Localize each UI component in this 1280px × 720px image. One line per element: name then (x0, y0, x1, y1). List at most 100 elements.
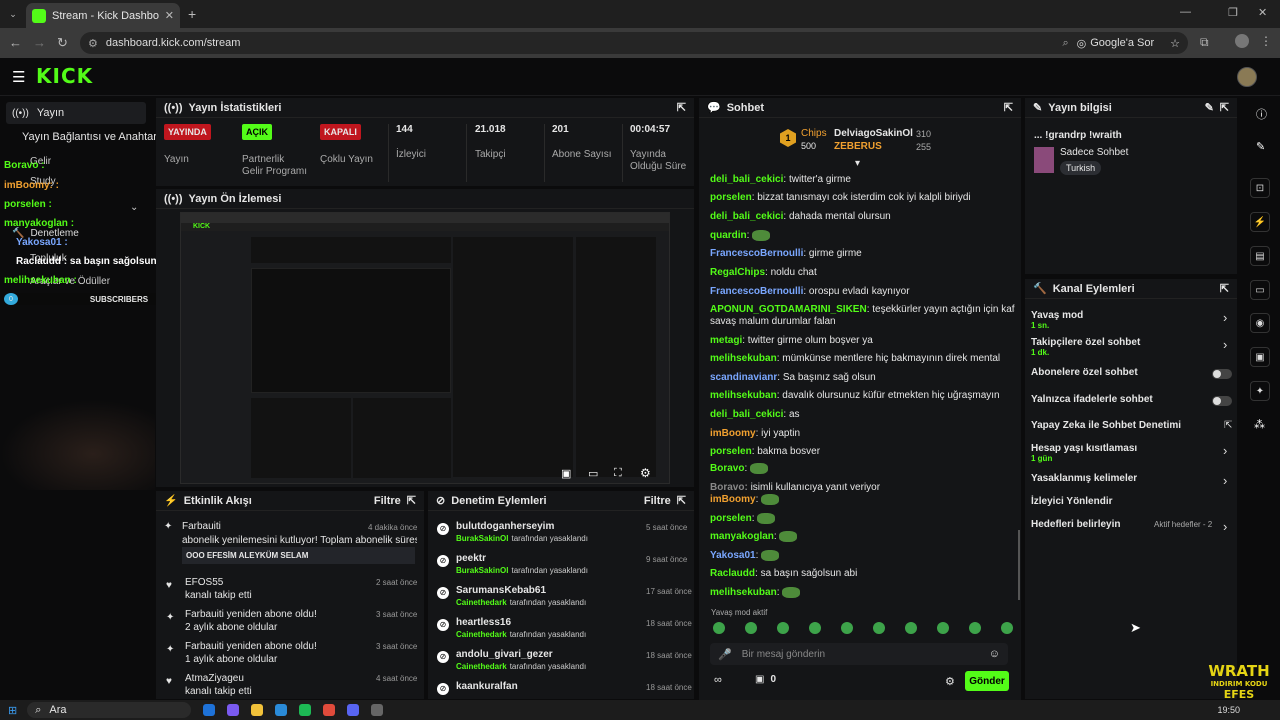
popout-icon[interactable]: ⇱ (677, 494, 686, 507)
chat-username[interactable]: porselen (710, 192, 752, 203)
chat-username[interactable]: FrancescoBernoulli (710, 286, 803, 297)
collapse-icon[interactable]: ▾ (855, 158, 860, 169)
address-bar[interactable]: ⚙ dashboard.kick.com/stream ⌕ ◎ Google'a … (80, 32, 1188, 54)
bookmark-star-icon[interactable]: ☆ (1170, 37, 1180, 50)
user-avatar[interactable] (1237, 67, 1257, 87)
video-rail-icon[interactable]: ▣ (1250, 347, 1270, 367)
back-icon[interactable]: ← (9, 35, 22, 50)
fullscreen-icon[interactable]: ⛶ (614, 467, 622, 480)
profile-avatar[interactable] (1235, 34, 1249, 48)
chevron-right-icon[interactable]: › (1223, 310, 1227, 325)
outlook-icon[interactable] (275, 704, 288, 716)
emoji-icon[interactable]: ☺ (989, 648, 1000, 660)
sidebar-item-yayin[interactable]: ((•)) Yayın (6, 102, 146, 124)
stream-preview-video[interactable]: KICK (180, 212, 670, 484)
settings-gear-icon[interactable]: ⚙ (640, 466, 651, 480)
camera-rail-icon[interactable]: ⊡ (1250, 178, 1270, 198)
broadcast-rail-icon[interactable]: ◉ (1250, 313, 1270, 333)
obs-icon[interactable] (371, 704, 384, 716)
theater-icon[interactable]: ▭ (588, 467, 598, 480)
emote-icon[interactable] (969, 622, 981, 634)
chrome-icon[interactable] (323, 704, 336, 716)
document-rail-icon[interactable]: ▤ (1250, 246, 1270, 266)
chat-username[interactable]: quardin (710, 230, 747, 241)
popout-icon[interactable]: ⇱ (407, 494, 416, 507)
hamburger-menu-icon[interactable]: ☰ (12, 68, 25, 86)
toggle-switch[interactable] (1212, 369, 1232, 379)
sidebar-item-stream-key[interactable]: Yayın Bağlantısı ve Anahtarı (22, 131, 160, 143)
browser-tab[interactable]: Stream - Kick Dashboard ✕ (26, 3, 180, 28)
chat-username[interactable]: imBoomy (710, 428, 756, 439)
chevron-right-icon[interactable]: › (1223, 443, 1227, 458)
extensions-icon[interactable]: ⧉ (1200, 35, 1209, 50)
chat-username[interactable]: deli_bali_cekici (710, 409, 783, 420)
moderation-filter-button[interactable]: Filtre (644, 495, 671, 507)
chat-username[interactable]: metagi (710, 335, 742, 346)
infinity-icon[interactable]: ∞ (714, 674, 722, 686)
emote-icon[interactable] (713, 622, 725, 634)
chat-username[interactable]: Raclaudd (710, 568, 755, 579)
chat-username[interactable]: APONUN_GOTDAMARINI_SIKEN (710, 304, 867, 315)
emote-icon[interactable] (809, 622, 821, 634)
external-link-icon[interactable]: ⇱ (1224, 420, 1232, 431)
restore-icon[interactable]: ❐ (1228, 6, 1238, 19)
window-close-icon[interactable]: ✕ (1258, 6, 1267, 19)
google-ask-chip[interactable]: ◎ Google'a Sor (1077, 37, 1154, 50)
forward-icon[interactable]: → (33, 35, 46, 50)
chat-scrollbar[interactable] (1018, 530, 1020, 600)
chat-username[interactable]: RegalChips (710, 267, 765, 278)
popout-icon[interactable]: ⇱ (677, 101, 686, 114)
file-explorer-icon[interactable] (251, 704, 264, 716)
zoom-search-icon[interactable]: ⌕ (1062, 37, 1068, 50)
windows-start-icon[interactable]: ⊞ (8, 704, 17, 717)
chat-username[interactable]: deli_bali_cekici (710, 211, 783, 222)
volume-icon[interactable]: ▣ (561, 467, 571, 480)
chat-username[interactable]: porselen (710, 513, 752, 524)
chat-settings-icon[interactable]: ⚙ (945, 675, 955, 688)
discord-icon[interactable] (347, 704, 360, 716)
spotify-icon[interactable] (299, 704, 312, 716)
emote-icon[interactable] (905, 622, 917, 634)
emote-icon[interactable] (745, 622, 757, 634)
activity-filter-button[interactable]: Filtre (374, 495, 401, 507)
chat-username[interactable]: scandinavianr (710, 372, 777, 383)
gift-counter[interactable]: ▣ 0 (755, 674, 776, 685)
tab-search-icon[interactable]: ⌄ (6, 7, 20, 21)
bolt-rail-icon[interactable]: ⚡ (1250, 212, 1270, 232)
chat-username[interactable]: manyakoglan (710, 531, 774, 542)
popout-icon[interactable]: ⇱ (1004, 101, 1013, 114)
chat-username[interactable]: melihsekuban (710, 390, 777, 401)
chat-username[interactable]: FrancescoBernoulli (710, 248, 803, 259)
minimize-icon[interactable]: — (1180, 6, 1191, 18)
chat-input[interactable]: 🎤 Bir mesaj gönderin ☺ (710, 643, 1008, 665)
chat-username[interactable]: Boravo (710, 463, 744, 474)
copilot-icon[interactable] (227, 704, 240, 716)
browser-menu-icon[interactable]: ⋮ (1260, 34, 1272, 48)
edit-icon[interactable]: ✎ (1205, 101, 1214, 114)
emote-icon[interactable] (777, 622, 789, 634)
info-icon[interactable]: ⓘ (1256, 106, 1267, 122)
chat-username[interactable]: imBoomy (710, 494, 756, 505)
taskbar-search[interactable]: ⌕ Ara (27, 702, 192, 718)
emote-icon[interactable] (873, 622, 885, 634)
apps-rail-icon[interactable]: ⁂ (1254, 418, 1265, 431)
chevron-right-icon[interactable]: › (1223, 337, 1227, 352)
send-button[interactable]: Gönder (965, 671, 1009, 691)
emote-icon[interactable] (1001, 622, 1013, 634)
popout-icon[interactable]: ⇱ (1220, 282, 1229, 295)
chat-username[interactable]: deli_bali_cekici (710, 174, 783, 185)
site-info-icon[interactable]: ⚙ (88, 37, 98, 50)
chat-username[interactable]: Boravo: (710, 482, 748, 493)
edge-icon[interactable] (203, 704, 216, 716)
mic-icon[interactable]: 🎤 (718, 648, 732, 661)
popout-icon[interactable]: ⇱ (1220, 101, 1229, 114)
hammer-rail-icon[interactable]: ✦ (1250, 381, 1270, 401)
chevron-right-icon[interactable]: › (1223, 473, 1227, 488)
chat-username[interactable]: melihsekuban (710, 587, 777, 598)
pencil-rail-icon[interactable]: ✎ (1256, 140, 1265, 153)
toggle-switch[interactable] (1212, 396, 1232, 406)
emote-icon[interactable] (841, 622, 853, 634)
sidebar-expand-chevron-icon[interactable]: ⌄ (130, 202, 138, 213)
chat-username[interactable]: Yakosa01 (710, 550, 756, 561)
chat-rail-icon[interactable]: ▭ (1250, 280, 1270, 300)
